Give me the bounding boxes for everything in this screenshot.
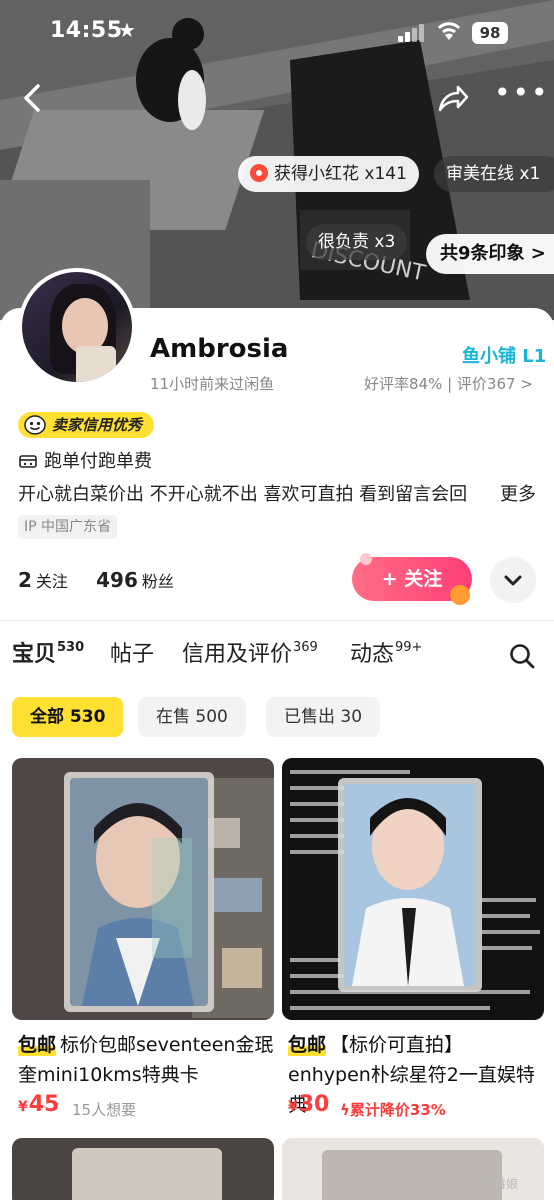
free-shipping-tag: 包邮: [18, 1034, 57, 1056]
tab-items-count: 530: [57, 640, 85, 655]
product-price-value: 30: [298, 1092, 330, 1117]
red-flower-icon: [250, 164, 268, 182]
chip-responsible-label: 很负责 x3: [318, 232, 396, 252]
filter-on-sale[interactable]: 在售 500: [138, 697, 246, 737]
last-seen: 11小时前来过闲鱼: [150, 375, 275, 393]
free-shipping-tag: 包邮: [288, 1034, 327, 1056]
followers-count[interactable]: 496: [96, 568, 138, 592]
tab-posts-label: 帖子: [110, 642, 155, 667]
following-label[interactable]: 关注: [36, 572, 68, 591]
follow-stats: 2 关注 496 粉丝: [18, 568, 174, 592]
cellular-signal-icon: [398, 24, 426, 42]
search-icon[interactable]: [508, 642, 536, 670]
shipping-policy: 跑单付跑单费: [18, 447, 152, 473]
tab-credit-count: 369: [293, 640, 318, 655]
chevron-down-icon: [504, 575, 522, 586]
product-title: 包邮 标价包邮seventeen金珉奎mini10kms特典卡: [18, 1030, 274, 1090]
expand-button[interactable]: [490, 557, 536, 603]
followers-label[interactable]: 粉丝: [142, 572, 174, 591]
product-card-partial[interactable]: [12, 1138, 274, 1200]
filter-all[interactable]: 全部 530: [12, 697, 124, 737]
shop-level-badge[interactable]: 鱼小铺 L1: [462, 342, 546, 368]
more-options-icon[interactable]: •••: [494, 79, 548, 108]
ip-location: IP 中国广东省: [18, 515, 118, 539]
tab-activity-count: 99+: [395, 640, 423, 655]
tab-items[interactable]: 宝贝530: [12, 636, 84, 668]
price-drop-label: 累计降价33%: [349, 1101, 446, 1119]
watermark: @李莓娘: [470, 1177, 519, 1191]
username: Ambrosia: [150, 334, 289, 364]
follow-button[interactable]: + 关注: [352, 553, 472, 605]
rating-summary[interactable]: 好评率84% | 评价367 >: [364, 373, 533, 394]
focus-star-icon: ★: [118, 18, 136, 42]
smile-face-icon: [24, 415, 46, 435]
divider: [0, 620, 554, 621]
bio[interactable]: 开心就白菜价出 不开心就不出 喜欢可直拍 看到留言会回 更多: [18, 480, 538, 506]
tab-activity[interactable]: 动态99+: [350, 636, 422, 668]
share-icon[interactable]: [436, 82, 470, 116]
chip-flower[interactable]: 获得小红花 x141: [238, 156, 419, 192]
tab-items-label: 宝贝: [12, 642, 57, 667]
bio-text: 开心就白菜价出 不开心就不出 喜欢可直拍 看到留言会回: [18, 484, 468, 505]
tab-credit-label: 信用及评价: [182, 642, 293, 667]
status-time: 14:55: [50, 18, 123, 43]
avatar[interactable]: [18, 268, 136, 386]
product-price-value: 45: [28, 1092, 60, 1117]
impressions-label: 共9条印象 >: [440, 243, 546, 264]
flower-deco-icon: [450, 585, 470, 605]
follow-button-label: + 关注: [381, 568, 443, 590]
product-price: ¥30: [288, 1092, 330, 1117]
product-card[interactable]: 包邮 标价包邮seventeen金珉奎mini10kms特典卡 ¥45 15人想要: [12, 758, 274, 1123]
chip-responsible[interactable]: 很负责 x3: [306, 224, 408, 260]
bio-more-link[interactable]: 更多: [496, 480, 536, 506]
status-bar: 14:55 ★ 98: [0, 0, 554, 64]
chip-flower-label: 获得小红花 x141: [274, 164, 407, 184]
product-card[interactable]: 包邮 【标价可直拍】enhypen朴综星符2一直娱特典 ¥30 ϟ累计降价33%: [282, 758, 544, 1123]
back-icon[interactable]: [18, 82, 50, 114]
price-drop-info: ϟ累计降价33%: [340, 1099, 446, 1120]
lightning-icon: ϟ: [340, 1101, 350, 1119]
filter-sold[interactable]: 已售出 30: [266, 697, 381, 737]
impressions-button[interactable]: 共9条印象 >: [426, 234, 554, 274]
product-image: [12, 758, 274, 1020]
battery-indicator: 98: [472, 22, 508, 44]
credit-badge-label: 卖家信用优秀: [52, 416, 143, 434]
tab-activity-label: 动态: [350, 642, 395, 667]
product-image: [282, 758, 544, 1020]
delivery-icon: [19, 455, 37, 468]
product-price: ¥45: [18, 1092, 60, 1117]
shipping-policy-label: 跑单付跑单费: [44, 451, 152, 472]
product-wants: 15人想要: [72, 1101, 137, 1119]
wifi-icon: [437, 22, 461, 40]
chip-aesthetic-label: 审美在线 x1: [446, 164, 541, 184]
credit-badge[interactable]: 卖家信用优秀: [18, 412, 155, 438]
chip-aesthetic[interactable]: 审美在线 x1: [434, 156, 554, 192]
product-title-text: 标价包邮seventeen金珉奎mini10kms特典卡: [18, 1034, 274, 1086]
content-tabs: 宝贝530 帖子 信用及评价369 动态99+: [0, 636, 554, 676]
tab-credit-reviews[interactable]: 信用及评价369: [182, 636, 318, 668]
tab-posts[interactable]: 帖子: [110, 636, 154, 668]
following-count[interactable]: 2: [18, 568, 32, 592]
